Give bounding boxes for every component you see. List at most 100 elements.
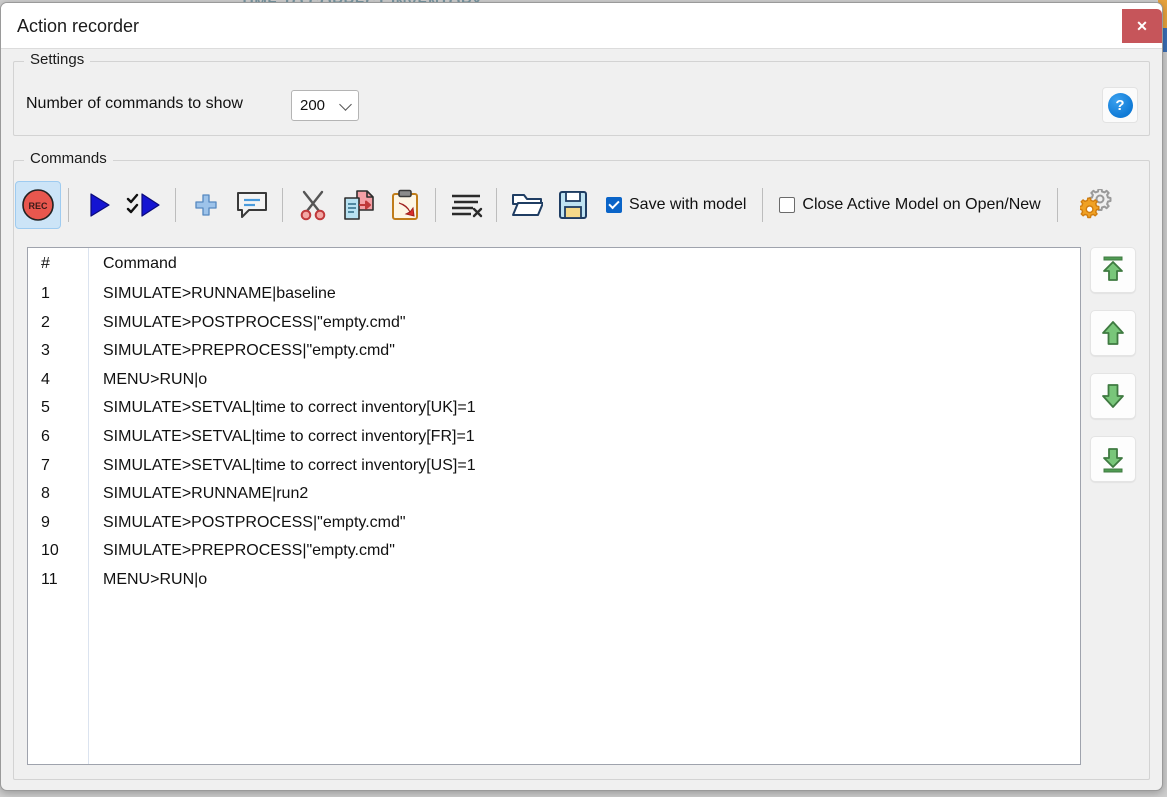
settings-group-label: Settings [24, 51, 90, 68]
window-title: Action recorder [17, 16, 139, 37]
table-row[interactable]: 8 SIMULATE>RUNNAME|run2 [28, 480, 1080, 509]
action-recorder-dialog: Action recorder ✕ Settings Number of com… [0, 2, 1163, 791]
row-number: 2 [28, 309, 76, 338]
row-number: 4 [28, 366, 76, 395]
table-row[interactable]: 4 MENU>RUN|o [28, 366, 1080, 395]
table-row[interactable]: 11 MENU>RUN|o [28, 566, 1080, 595]
save-button[interactable] [550, 181, 596, 229]
gear-icon [1080, 189, 1114, 221]
close-active-model-checkbox[interactable]: Close Active Model on Open/New [779, 196, 1040, 214]
toolbar-separator [282, 188, 283, 222]
record-icon: REC [21, 188, 55, 222]
arrow-up-to-line-icon [1098, 255, 1128, 285]
row-number: 10 [28, 537, 76, 566]
table-row[interactable]: 3 SIMULATE>PREPROCESS|"empty.cmd" [28, 337, 1080, 366]
row-number: 9 [28, 509, 76, 538]
table-row[interactable]: 5 SIMULATE>SETVAL|time to correct invento… [28, 394, 1080, 423]
table-row[interactable]: 10 SIMULATE>PREPROCESS|"empty.cmd" [28, 537, 1080, 566]
row-number: 8 [28, 480, 76, 509]
commands-group: Commands REC [13, 160, 1150, 780]
comment-icon [235, 190, 269, 220]
checkbox-unchecked-icon [779, 197, 795, 213]
column-header-command: Command [103, 248, 177, 280]
move-to-bottom-button[interactable] [1090, 436, 1136, 482]
chevron-down-icon [339, 98, 352, 111]
record-button[interactable]: REC [15, 181, 61, 229]
copy-icon [342, 189, 376, 221]
table-row[interactable]: 2 SIMULATE>POSTPROCESS|"empty.cmd" [28, 309, 1080, 338]
row-command: SIMULATE>SETVAL|time to correct inventor… [103, 423, 475, 452]
move-down-button[interactable] [1090, 373, 1136, 419]
move-buttons-panel [1090, 247, 1136, 499]
commands-toolbar: REC [15, 175, 1149, 235]
table-row[interactable]: 7 SIMULATE>SETVAL|time to correct invento… [28, 452, 1080, 481]
commands-to-show-value: 200 [300, 97, 325, 114]
row-number: 5 [28, 394, 76, 423]
arrow-up-icon [1098, 318, 1128, 348]
toolbar-separator [68, 188, 69, 222]
row-command: SIMULATE>SETVAL|time to correct inventor… [103, 452, 476, 481]
row-command: MENU>RUN|o [103, 566, 207, 595]
play-checked-icon [126, 190, 164, 220]
close-active-model-label: Close Active Model on Open/New [802, 196, 1040, 214]
folder-open-icon [511, 191, 543, 219]
play-selected-button[interactable] [122, 181, 168, 229]
row-number: 6 [28, 423, 76, 452]
move-to-top-button[interactable] [1090, 247, 1136, 293]
toolbar-separator [175, 188, 176, 222]
row-command: SIMULATE>POSTPROCESS|"empty.cmd" [103, 509, 406, 538]
toolbar-separator [762, 188, 763, 222]
commands-list[interactable]: # Command 1 SIMULATE>RUNNAME|baseline 2 SIM… [27, 247, 1081, 765]
toolbar-separator [1057, 188, 1058, 222]
move-up-button[interactable] [1090, 310, 1136, 356]
table-row[interactable]: 6 SIMULATE>SETVAL|time to correct invento… [28, 423, 1080, 452]
toolbar-separator [435, 188, 436, 222]
row-command: SIMULATE>RUNNAME|run2 [103, 480, 308, 509]
cut-button[interactable] [290, 181, 336, 229]
toolbar-separator [496, 188, 497, 222]
commands-to-show-select[interactable]: 200 [291, 90, 359, 121]
settings-button[interactable] [1074, 181, 1120, 229]
row-command: SIMULATE>PREPROCESS|"empty.cmd" [103, 537, 395, 566]
play-icon [84, 190, 114, 220]
title-bar: Action recorder ✕ [1, 3, 1162, 49]
list-rows: 1 SIMULATE>RUNNAME|baseline 2 SIMULATE>POST… [28, 280, 1080, 595]
paste-button[interactable] [382, 181, 428, 229]
row-command: SIMULATE>POSTPROCESS|"empty.cmd" [103, 309, 406, 338]
save-with-model-label: Save with model [629, 196, 746, 214]
list-header-row: # Command [28, 248, 1080, 280]
play-button[interactable] [76, 181, 122, 229]
settings-group: Settings Number of commands to show 200 … [13, 61, 1150, 136]
arrow-down-to-line-icon [1098, 444, 1128, 474]
commands-group-label: Commands [24, 150, 113, 167]
scissors-icon [297, 189, 329, 221]
close-button[interactable]: ✕ [1122, 9, 1162, 43]
table-row[interactable]: 1 SIMULATE>RUNNAME|baseline [28, 280, 1080, 309]
save-with-model-checkbox[interactable]: Save with model [606, 196, 746, 214]
comment-button[interactable] [229, 181, 275, 229]
delete-lines-icon [449, 191, 483, 219]
commands-to-show-label: Number of commands to show [26, 95, 243, 113]
row-number: 3 [28, 337, 76, 366]
floppy-disk-icon [558, 190, 588, 220]
table-row[interactable]: 9 SIMULATE>POSTPROCESS|"empty.cmd" [28, 509, 1080, 538]
row-command: SIMULATE>RUNNAME|baseline [103, 280, 336, 309]
row-number: 7 [28, 452, 76, 481]
arrow-down-icon [1098, 381, 1128, 411]
help-button[interactable]: ? [1102, 87, 1138, 123]
row-command: SIMULATE>PREPROCESS|"empty.cmd" [103, 337, 395, 366]
svg-text:REC: REC [28, 201, 48, 211]
question-mark-icon: ? [1108, 93, 1133, 118]
row-number: 1 [28, 280, 76, 309]
checkbox-checked-icon [606, 197, 622, 213]
row-command: SIMULATE>SETVAL|time to correct inventor… [103, 394, 476, 423]
column-header-number: # [28, 248, 76, 280]
paste-icon [389, 189, 421, 221]
add-button[interactable] [183, 181, 229, 229]
copy-button[interactable] [336, 181, 382, 229]
plus-icon [193, 192, 219, 218]
row-command: MENU>RUN|o [103, 366, 207, 395]
open-button[interactable] [504, 181, 550, 229]
row-number: 11 [28, 566, 76, 595]
delete-button[interactable] [443, 181, 489, 229]
